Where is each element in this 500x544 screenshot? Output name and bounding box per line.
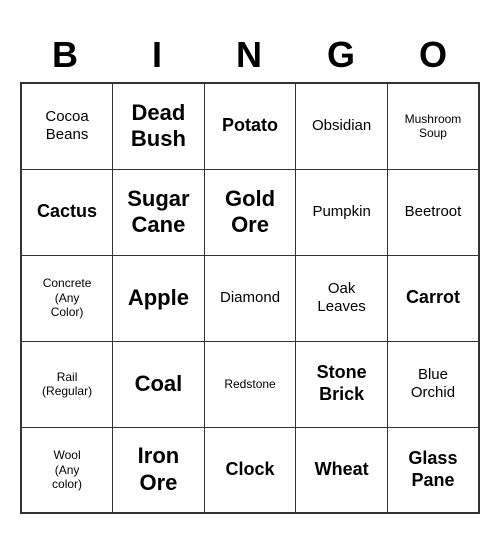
bingo-cell: SugarCane [113, 169, 205, 255]
bingo-cell: Pumpkin [296, 169, 388, 255]
cell-label: GoldOre [207, 186, 294, 239]
table-row: CocoaBeansDeadBushPotatoObsidian Mushroom… [21, 83, 479, 169]
bingo-cell: Carrot [387, 255, 479, 341]
cell-label: MushroomSoup [390, 112, 476, 141]
cell-label: IronOre [115, 443, 202, 496]
cell-label: BlueOrchid [390, 366, 476, 402]
bingo-cell: StoneBrick [296, 341, 388, 427]
cell-label: Wheat [298, 459, 385, 481]
cell-label: Clock [207, 459, 294, 481]
bingo-cell: Wool(Anycolor) [21, 427, 113, 513]
bingo-cell: Potato [204, 83, 296, 169]
table-row: Rail(Regular)Coal Redstone StoneBrickBlueO… [21, 341, 479, 427]
cell-label: CocoaBeans [24, 108, 110, 144]
bingo-cell: IronOre [113, 427, 205, 513]
cell-label: Apple [115, 285, 202, 311]
bingo-cell: MushroomSoup [387, 83, 479, 169]
cell-label: OakLeaves [298, 280, 385, 316]
bingo-cell: OakLeaves [296, 255, 388, 341]
cell-label: Pumpkin [298, 203, 385, 221]
bingo-cell: Concrete(AnyColor) [21, 255, 113, 341]
cell-label: Diamond [207, 289, 294, 307]
bingo-cell: Coal [113, 341, 205, 427]
cell-label: Cactus [24, 201, 110, 223]
bingo-cell: CocoaBeans [21, 83, 113, 169]
bingo-cell: Clock [204, 427, 296, 513]
table-row: Wool(Anycolor)IronOreClockWheatGlassPane [21, 427, 479, 513]
cell-label: GlassPane [390, 448, 476, 491]
bingo-cell: Redstone [204, 341, 296, 427]
bingo-cell: Obsidian [296, 83, 388, 169]
cell-label: Obsidian [298, 117, 385, 135]
cell-label: Coal [115, 371, 202, 397]
bingo-cell: Cactus [21, 169, 113, 255]
bingo-card: BINGO CocoaBeansDeadBushPotatoObsidian Mu… [20, 30, 480, 514]
cell-label: Beetroot [390, 203, 476, 221]
cell-label: StoneBrick [298, 362, 385, 405]
cell-label: Carrot [390, 287, 476, 309]
cell-label: SugarCane [115, 186, 202, 239]
bingo-header: BINGO [20, 30, 480, 80]
cell-label: Wool(Anycolor) [24, 448, 110, 491]
bingo-letter: N [204, 30, 296, 80]
bingo-letter: B [20, 30, 112, 80]
bingo-cell: Apple [113, 255, 205, 341]
bingo-cell: BlueOrchid [387, 341, 479, 427]
bingo-letter: I [112, 30, 204, 80]
bingo-cell: Diamond [204, 255, 296, 341]
bingo-cell: Rail(Regular) [21, 341, 113, 427]
bingo-cell: GoldOre [204, 169, 296, 255]
cell-label: Concrete(AnyColor) [24, 276, 110, 319]
cell-label: Rail(Regular) [24, 370, 110, 399]
bingo-letter: G [296, 30, 388, 80]
table-row: CactusSugarCaneGoldOrePumpkin Beetroot [21, 169, 479, 255]
bingo-cell: Wheat [296, 427, 388, 513]
bingo-cell: Beetroot [387, 169, 479, 255]
bingo-letter: O [388, 30, 480, 80]
bingo-cell: GlassPane [387, 427, 479, 513]
bingo-grid: CocoaBeansDeadBushPotatoObsidian Mushroom… [20, 82, 480, 514]
table-row: Concrete(AnyColor)Apple DiamondOakLeavesC… [21, 255, 479, 341]
cell-label: DeadBush [115, 100, 202, 153]
cell-label: Potato [207, 115, 294, 137]
cell-label: Redstone [207, 377, 294, 391]
bingo-cell: DeadBush [113, 83, 205, 169]
